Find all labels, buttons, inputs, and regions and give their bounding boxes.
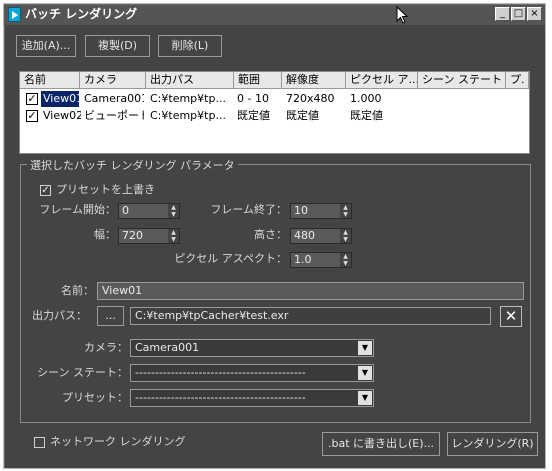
frame-start-label: フレーム開始： [39, 203, 116, 216]
spinner-arrows-icon[interactable]: ▲ ▼ [340, 229, 351, 243]
row-output-path: C:¥temp¥tp... [150, 92, 226, 105]
pixel-aspect-spinner[interactable]: 1.0 ▲ ▼ [290, 252, 352, 268]
row-pixel-aspect: 既定値 [350, 109, 383, 122]
name-input[interactable]: View01 [97, 282, 524, 300]
spinner-arrows-icon[interactable]: ▲ ▼ [340, 204, 351, 218]
minimize-button[interactable]: _ [495, 7, 510, 21]
pixel-aspect-label: ピクセル アスペクト： [174, 252, 287, 265]
render-button[interactable]: レンダリング(R) [447, 432, 538, 456]
column-header-pixel-aspect[interactable]: ピクセル ア... [346, 72, 418, 89]
camera-dropdown-value: Camera001 [135, 341, 200, 354]
row-output-path: C:¥temp¥tp... [150, 109, 226, 122]
column-header-resolution[interactable]: 解像度 [282, 72, 346, 89]
window-title: バッチ レンダリング [25, 7, 138, 21]
column-header-camera[interactable]: カメラ [80, 72, 146, 89]
clear-output-path-icon[interactable]: ✕ [500, 306, 522, 327]
frame-end-label: フレーム終了： [210, 203, 287, 216]
width-spinner[interactable]: 720 ▲ ▼ [118, 228, 180, 244]
override-preset-checkbox[interactable]: ✓ [40, 185, 51, 196]
row-range: 既定値 [237, 109, 270, 122]
scene-state-label: シーン ステート： [37, 366, 128, 379]
row-name-view01[interactable]: View01 [41, 91, 79, 107]
spinner-arrows-icon[interactable]: ▲ ▼ [168, 229, 179, 243]
parameters-group-title: 選択したバッチ レンダリング パラメータ [27, 158, 238, 174]
width-label: 幅： [94, 228, 116, 241]
camera-label: カメラ： [84, 341, 128, 354]
browse-output-button[interactable]: ... [97, 306, 124, 326]
maximize-button[interactable]: □ [511, 7, 526, 21]
row-pixel-aspect: 1.000 [350, 92, 382, 105]
spinner-arrows-icon[interactable]: ▲ ▼ [168, 204, 179, 218]
height-label: 高さ： [254, 228, 287, 241]
frame-end-value[interactable]: 10 [291, 204, 340, 218]
chevron-down-icon[interactable]: ▼ [358, 366, 372, 380]
scene-state-dropdown-value: ----------------------------------------… [135, 366, 306, 379]
column-header-preset[interactable]: プ. [506, 72, 529, 89]
row-camera: Camera001 [84, 92, 144, 105]
height-spinner[interactable]: 480 ▲ ▼ [290, 228, 352, 244]
chevron-down-icon[interactable]: ▼ [358, 341, 372, 355]
export-bat-button[interactable]: .bat に書き出し(E)... [322, 432, 440, 456]
output-path-input[interactable]: C:¥temp¥tpCacher¥test.exr [130, 307, 491, 325]
add-button[interactable]: 追加(A)... [16, 35, 76, 57]
column-header-name[interactable]: 名前 [20, 72, 80, 89]
app-icon [8, 7, 21, 22]
batch-view-list[interactable]: 名前 カメラ 出力パス 範囲 解像度 ピクセル ア... シーン ステート プ.… [19, 71, 530, 154]
frame-start-spinner[interactable]: 0 ▲ ▼ [118, 203, 180, 219]
delete-button[interactable]: 削除(L) [158, 35, 222, 57]
spinner-arrows-icon[interactable]: ▲ ▼ [340, 253, 351, 267]
network-render-label: ネットワーク レンダリング [50, 435, 186, 448]
row-checkbox-view01[interactable]: ✓ [26, 93, 38, 105]
frame-end-spinner[interactable]: 10 ▲ ▼ [290, 203, 352, 219]
network-render-checkbox[interactable] [34, 437, 45, 448]
row-camera: ビューポート [84, 109, 144, 122]
pixel-aspect-value[interactable]: 1.0 [291, 253, 340, 267]
mouse-cursor-icon [396, 6, 408, 24]
column-header-output-path[interactable]: 出力パス [146, 72, 234, 89]
frame-start-value[interactable]: 0 [119, 204, 168, 218]
row-resolution: 720x480 [286, 92, 335, 105]
camera-dropdown[interactable]: Camera001 ▼ [130, 339, 374, 357]
close-button[interactable]: × [527, 7, 542, 21]
output-path-label: 出力パス： [32, 309, 87, 322]
name-label: 名前： [61, 284, 94, 297]
column-header-range[interactable]: 範囲 [234, 72, 282, 89]
scene-state-dropdown[interactable]: ----------------------------------------… [130, 364, 374, 382]
override-preset-label: プリセットを上書き [56, 183, 155, 196]
height-value[interactable]: 480 [291, 229, 340, 243]
row-name-view02[interactable]: View02 [41, 108, 81, 124]
row-range: 0 - 10 [237, 92, 269, 105]
preset-label: プリセット： [62, 391, 128, 404]
width-value[interactable]: 720 [119, 229, 168, 243]
row-checkbox-view02[interactable]: ✓ [26, 110, 38, 122]
preset-dropdown-value: ----------------------------------------… [135, 391, 306, 404]
duplicate-button[interactable]: 複製(D) [85, 35, 150, 57]
preset-dropdown[interactable]: ----------------------------------------… [130, 389, 374, 407]
row-resolution: 既定値 [286, 109, 319, 122]
chevron-down-icon[interactable]: ▼ [358, 391, 372, 405]
column-header-scene-state[interactable]: シーン ステート [418, 72, 506, 89]
